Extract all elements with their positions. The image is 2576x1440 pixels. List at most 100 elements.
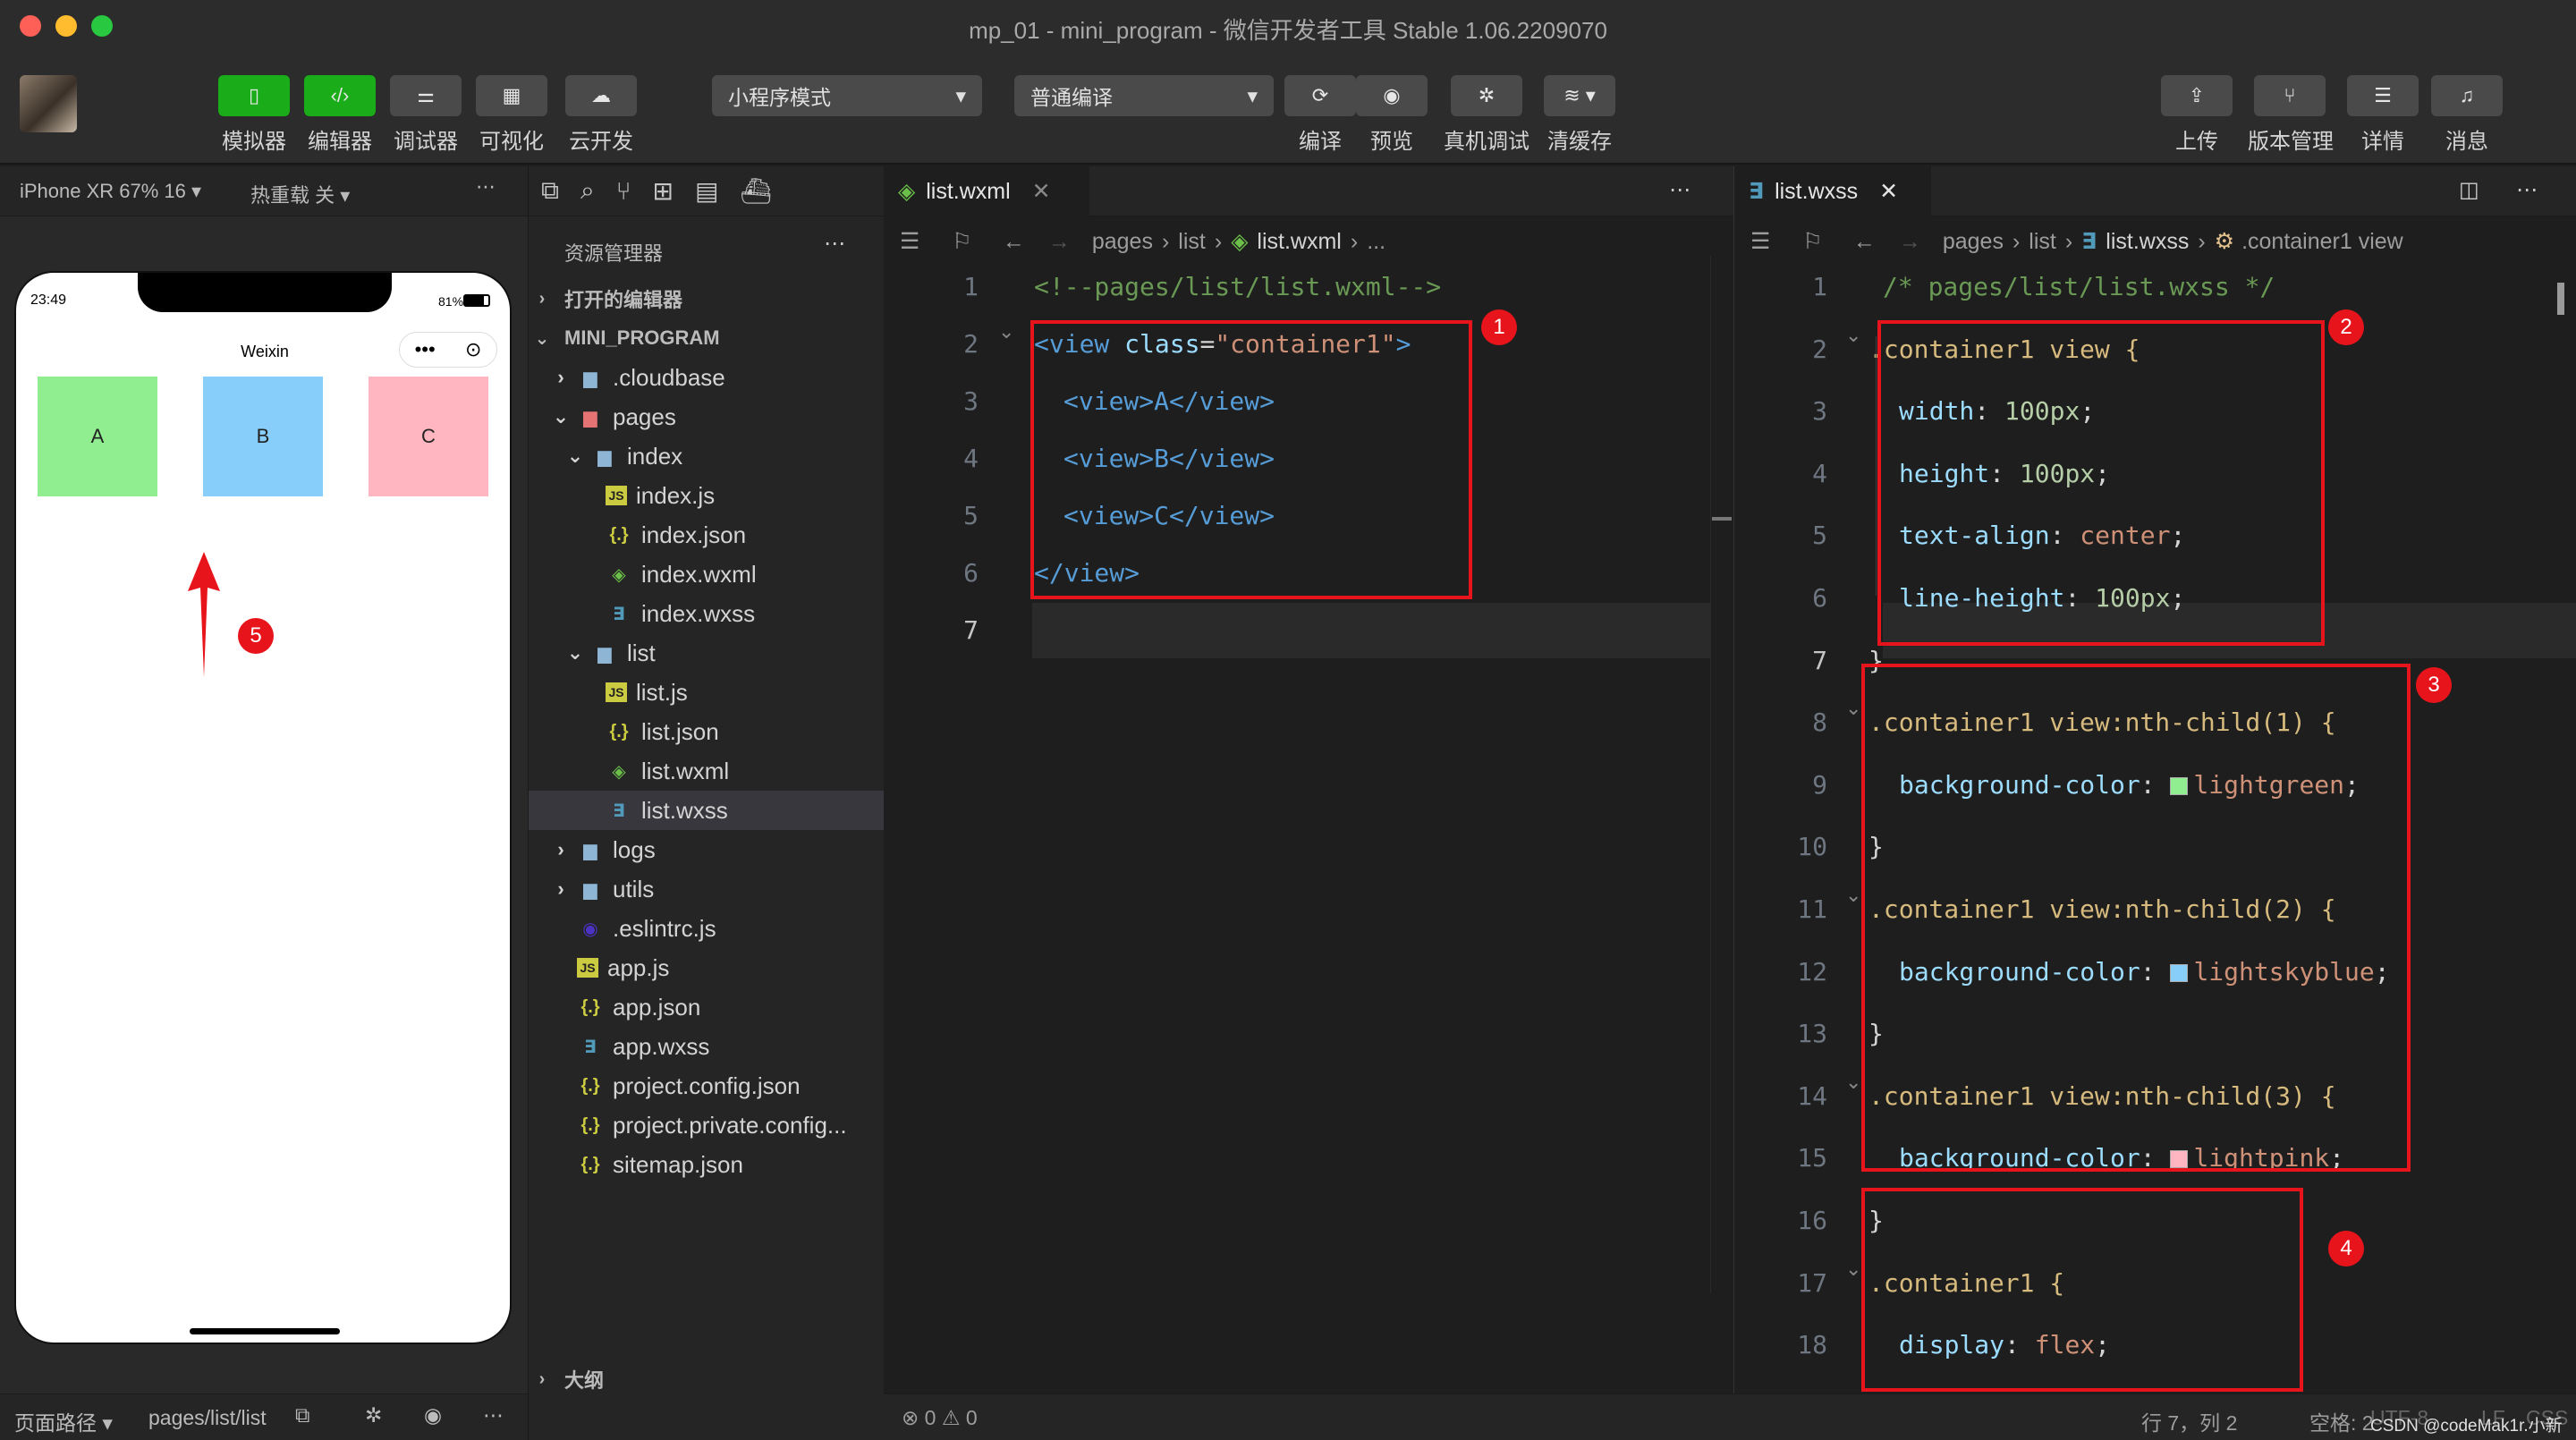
compile-button[interactable]: ⟳ — [1284, 75, 1356, 116]
cloud-button[interactable]: ☁ — [565, 75, 637, 116]
fold-chevron-icon[interactable]: ⌄ — [1845, 1258, 1861, 1281]
scroll-thumb[interactable] — [2557, 283, 2564, 315]
close-icon[interactable]: ✕ — [1032, 178, 1051, 205]
chevron-down-icon[interactable]: ⌄ — [567, 641, 583, 665]
breadcrumb-item[interactable]: pages — [1092, 229, 1153, 255]
page-path-label[interactable]: 页面路径 ▾ — [14, 1406, 113, 1436]
tree-item[interactable]: ∃ app.wxss — [529, 1027, 885, 1066]
messages-button[interactable]: ♫ — [2431, 75, 2503, 116]
tree-item[interactable]: JS list.js — [529, 673, 885, 712]
close-circle-icon[interactable]: ⊙ — [465, 338, 481, 361]
outline-section[interactable]: › 大纲 — [529, 1360, 885, 1399]
tree-item[interactable]: ⌄ ▆ index — [529, 436, 885, 476]
breadcrumb-item[interactable]: .container1 view — [2241, 229, 2403, 255]
chevron-right-icon[interactable]: › — [554, 877, 568, 901]
project-section[interactable]: ⌄ MINI_PROGRAM — [529, 318, 885, 358]
tree-item[interactable]: ⌄ ▆ list — [529, 633, 885, 673]
extensions-icon[interactable]: ⊞ — [653, 176, 674, 206]
bookmark-icon[interactable]: ⚐ — [1802, 228, 1822, 255]
tree-item[interactable]: › ▆ utils — [529, 869, 885, 909]
fold-chevron-icon[interactable]: ⌄ — [1845, 1071, 1861, 1094]
tree-item[interactable]: {.} index.json — [529, 515, 885, 555]
search-icon[interactable]: ⌕ — [580, 176, 595, 206]
more-dots-icon[interactable]: ••• — [415, 338, 436, 361]
tree-item[interactable]: {.} app.json — [529, 987, 885, 1027]
breadcrumb-item[interactable]: list.wxml — [1257, 229, 1341, 255]
back-arrow-icon[interactable]: ← — [1853, 229, 1876, 255]
tree-item-label: list.js — [636, 678, 688, 706]
tree-item[interactable]: JS index.js — [529, 476, 885, 515]
chevron-down-icon[interactable]: ⌄ — [553, 405, 569, 428]
copy-icon[interactable]: ⧉ — [295, 1403, 309, 1427]
bookmark-icon[interactable]: ⚐ — [952, 228, 971, 255]
tree-item[interactable]: JS app.js — [529, 948, 885, 987]
storage-icon[interactable]: ▤ — [695, 176, 718, 206]
real-device-debug-button[interactable]: ✲ — [1451, 75, 1522, 116]
hot-reload-select[interactable]: 热重载 关 ▾ — [250, 180, 350, 208]
indentation[interactable]: 空格: 2 — [2309, 1406, 2374, 1436]
compile-select[interactable]: 普通编译 ▾ — [1014, 75, 1274, 116]
tree-item[interactable]: {.} list.json — [529, 712, 885, 751]
tree-item[interactable]: ∃ index.wxss — [529, 594, 885, 633]
forward-arrow-icon[interactable]: → — [1048, 229, 1071, 255]
files-icon[interactable]: ⧉ — [541, 176, 559, 206]
more-icon[interactable]: ⋯ — [2516, 177, 2538, 203]
breadcrumb-item[interactable]: list — [1178, 229, 1206, 255]
fold-chevron-icon[interactable]: ⌄ — [998, 320, 1014, 343]
breadcrumb-item[interactable]: list — [2029, 229, 2056, 255]
tab-list-wxss[interactable]: ∃ list.wxss ✕ — [1734, 166, 1931, 216]
more-icon[interactable]: ⋯ — [824, 231, 845, 257]
simulator-toggle[interactable]: ▯ — [218, 75, 290, 116]
close-icon[interactable]: ✕ — [1879, 178, 1898, 205]
fold-chevron-icon[interactable]: ⌄ — [1845, 697, 1861, 720]
chevron-right-icon[interactable]: › — [554, 366, 568, 389]
device-select[interactable]: iPhone XR 67% 16 ▾ — [20, 180, 201, 203]
visual-toggle[interactable]: ▦ — [476, 75, 547, 116]
avatar[interactable] — [20, 75, 77, 132]
breadcrumb-item[interactable]: list.wxss — [2106, 229, 2189, 255]
tab-list-wxml[interactable]: ◈ list.wxml ✕ — [884, 166, 1089, 216]
list-icon[interactable]: ☰ — [900, 228, 919, 255]
chevron-down-icon[interactable]: ⌄ — [567, 445, 583, 468]
details-button[interactable]: ☰ — [2347, 75, 2419, 116]
bug-icon[interactable]: ✲ — [365, 1403, 382, 1427]
clear-cache-button[interactable]: ≋ ▾ — [1544, 75, 1615, 116]
scrollbar[interactable] — [1710, 256, 1733, 1293]
tree-item[interactable]: ∃ list.wxss — [529, 791, 885, 830]
tree-item[interactable]: ◈ list.wxml — [529, 751, 885, 791]
list-icon[interactable]: ☰ — [1750, 228, 1770, 255]
chevron-right-icon[interactable]: › — [554, 838, 568, 861]
breadcrumb-item[interactable]: pages — [1943, 229, 2004, 255]
fold-chevron-icon[interactable]: ⌄ — [1845, 884, 1861, 907]
open-editors-section[interactable]: › 打开的编辑器 — [529, 279, 885, 318]
tree-item[interactable]: {.} project.private.config... — [529, 1105, 885, 1145]
editor-toggle[interactable]: ‹/› — [304, 75, 376, 116]
more-icon[interactable]: ⋯ — [476, 175, 496, 199]
more-icon[interactable]: ⋯ — [483, 1403, 504, 1427]
tree-item[interactable]: › ▆ logs — [529, 830, 885, 869]
forward-arrow-icon[interactable]: → — [1899, 229, 1921, 255]
split-editor-icon[interactable]: ◫ — [2459, 177, 2479, 203]
breadcrumb-item[interactable]: ... — [1367, 229, 1385, 255]
docker-icon[interactable]: ⛴ — [740, 176, 772, 206]
eye-icon[interactable]: ◉ — [424, 1403, 442, 1427]
tree-item[interactable]: › ▆ .cloudbase — [529, 358, 885, 397]
scroll-thumb[interactable] — [1712, 517, 1732, 521]
more-icon[interactable]: ⋯ — [1669, 177, 1690, 203]
debugger-toggle[interactable]: ⚌ — [390, 75, 462, 116]
version-button[interactable]: ⑂ — [2254, 75, 2326, 116]
preview-button[interactable]: ◉ — [1356, 75, 1428, 116]
capsule-menu[interactable]: ••• ⊙ — [399, 332, 497, 368]
mode-select[interactable]: 小程序模式 ▾ — [712, 75, 982, 116]
tree-item[interactable]: ◉ .eslintrc.js — [529, 909, 885, 948]
tree-item[interactable]: {.} sitemap.json — [529, 1145, 885, 1184]
cursor-position[interactable]: 行 7，列 2 — [2141, 1406, 2237, 1436]
tree-item[interactable]: ⌄ ▆ pages — [529, 397, 885, 436]
source-control-icon[interactable]: ⑂ — [616, 177, 631, 206]
tree-item[interactable]: ◈ index.wxml — [529, 555, 885, 594]
back-arrow-icon[interactable]: ← — [1003, 229, 1025, 255]
upload-button[interactable]: ⇪ — [2161, 75, 2233, 116]
problems-indicator[interactable]: ⊗ 0 ⚠ 0 — [902, 1406, 978, 1430]
fold-chevron-icon[interactable]: ⌄ — [1845, 324, 1861, 347]
tree-item[interactable]: {.} project.config.json — [529, 1066, 885, 1105]
